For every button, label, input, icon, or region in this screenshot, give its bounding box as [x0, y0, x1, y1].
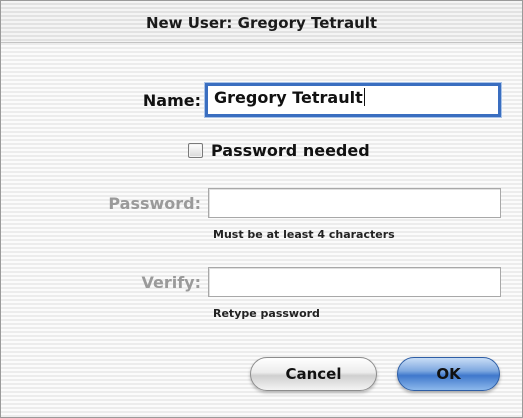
name-value: Gregory Tetrault	[214, 88, 363, 107]
password-needed-checkbox-row[interactable]: Password needed	[188, 140, 370, 160]
name-field[interactable]: Gregory Tetrault	[205, 83, 501, 117]
cancel-button[interactable]: Cancel	[250, 357, 377, 391]
text-caret	[363, 88, 365, 106]
password-field[interactable]	[208, 188, 501, 218]
verify-hint: Retype password	[213, 307, 320, 320]
verify-field[interactable]	[208, 267, 501, 297]
password-needed-label: Password needed	[211, 140, 370, 160]
ok-button[interactable]: OK	[397, 357, 500, 391]
new-user-dialog: New User: Gregory Tetrault Name: Gregory…	[0, 0, 523, 418]
password-label: Password:	[108, 194, 201, 213]
title-bar[interactable]: New User: Gregory Tetrault	[1, 1, 522, 43]
dialog-title: New User: Gregory Tetrault	[145, 14, 378, 32]
name-label: Name:	[142, 91, 201, 110]
password-hint: Must be at least 4 characters	[213, 228, 395, 241]
verify-label: Verify:	[141, 273, 201, 292]
password-needed-checkbox[interactable]	[188, 142, 203, 158]
